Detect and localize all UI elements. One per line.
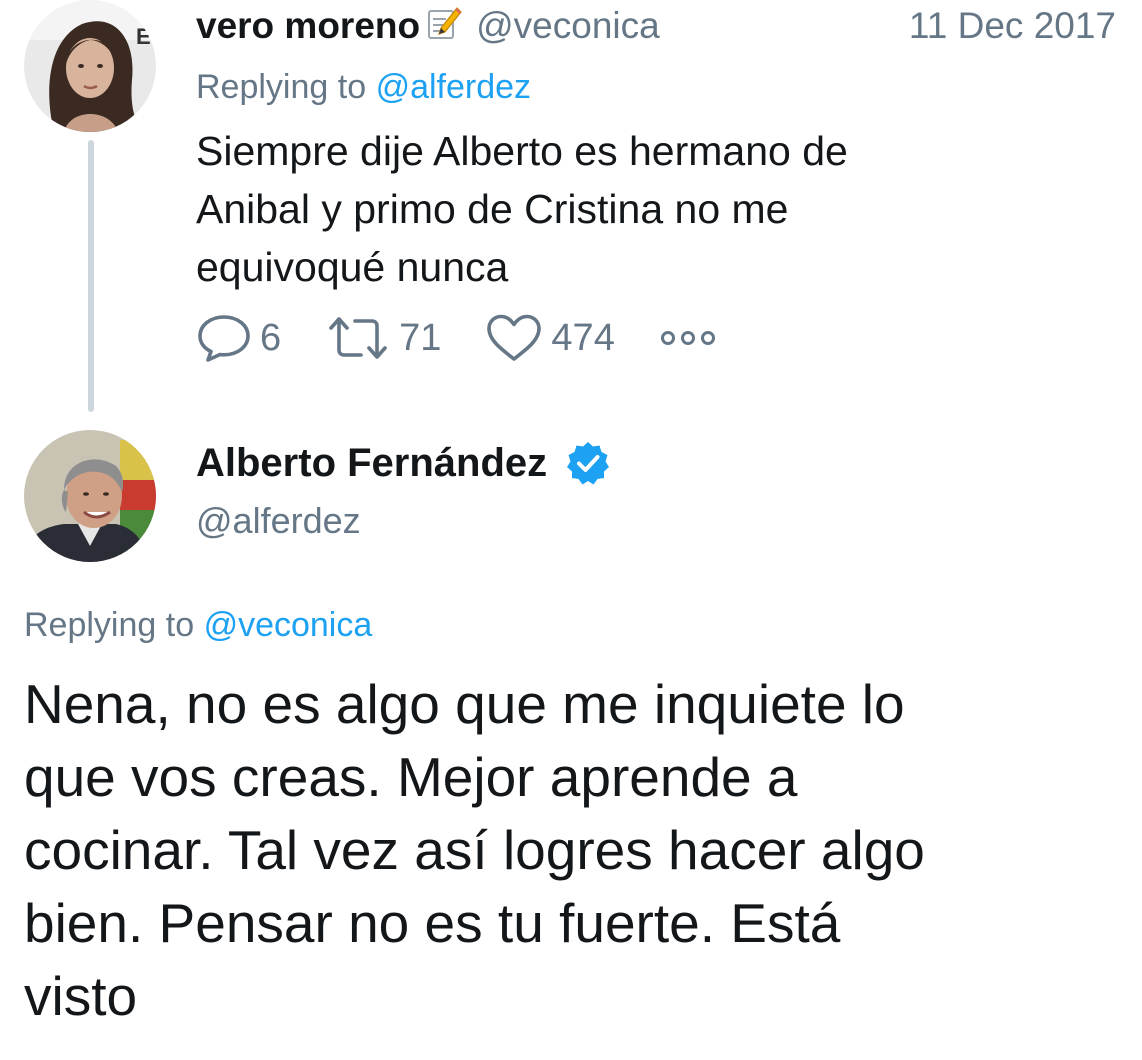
parent-tweet-header: vero moreno @veconica 11 Dec 2017 [196, 2, 1116, 50]
like-count: 474 [551, 316, 615, 359]
replying-to-mention-link[interactable]: @alferdez [376, 68, 531, 106]
author-name[interactable]: Alberto Fernández [196, 441, 547, 486]
tweet-text-line: equivoqué nunca [196, 244, 509, 290]
like-button[interactable]: 474 [485, 313, 615, 363]
profile-photo-vero: E [24, 0, 156, 132]
tweet-text-line: Siempre dije Alberto es hermano de [196, 128, 848, 174]
svg-text:E: E [136, 24, 151, 49]
tweet-text-line: Nena, no es algo que me inquiete lo [24, 673, 905, 735]
tweet-text-line: Anibal y primo de Cristina no me [196, 186, 789, 232]
retweet-count: 71 [399, 316, 442, 359]
tweet-text-line: visto [24, 965, 138, 1027]
avatar[interactable]: E [24, 0, 156, 132]
replying-to-line: Replying to @veconica [24, 606, 372, 645]
parent-tweet-text: Siempre dije Alberto es hermano de Aniba… [196, 122, 1096, 296]
tweet-date[interactable]: 11 Dec 2017 [909, 5, 1116, 47]
profile-photo-alberto [24, 430, 156, 562]
replying-to-mention-link[interactable]: @veconica [204, 606, 373, 644]
reply-author-name-row: Alberto Fernández [196, 438, 611, 488]
tweet-actions-bar: 6 71 474 [196, 312, 769, 364]
heart-icon [487, 314, 542, 361]
thread-connector-line [88, 140, 94, 412]
author-name[interactable]: vero moreno [196, 5, 420, 47]
reply-tweet-text: Nena, no es algo que me inquiete lo que … [24, 668, 1124, 1033]
tweet-text-line: bien. Pensar no es tu fuerte. Está [24, 892, 841, 954]
author-handle[interactable]: @alferdez [196, 500, 361, 542]
reply-button[interactable]: 6 [196, 313, 281, 363]
verified-badge-icon [565, 440, 611, 486]
more-dots-icon [660, 331, 715, 345]
memo-pencil-icon [426, 4, 462, 40]
tweet-text-line: que vos creas. Mejor aprende a [24, 746, 798, 808]
reply-count: 6 [260, 316, 282, 359]
retweet-icon [329, 317, 387, 359]
author-handle[interactable]: @veconica [476, 5, 660, 47]
more-options-button[interactable] [659, 328, 725, 348]
tweet-text-line: cocinar. Tal vez así logres hacer algo [24, 819, 925, 881]
avatar[interactable] [24, 430, 156, 562]
retweet-button[interactable]: 71 [325, 314, 441, 362]
replying-to-label: Replying to [24, 606, 195, 644]
reply-bubble-icon [198, 315, 250, 362]
replying-to-label: Replying to [196, 68, 367, 106]
replying-to-line: Replying to @alferdez [196, 68, 531, 107]
